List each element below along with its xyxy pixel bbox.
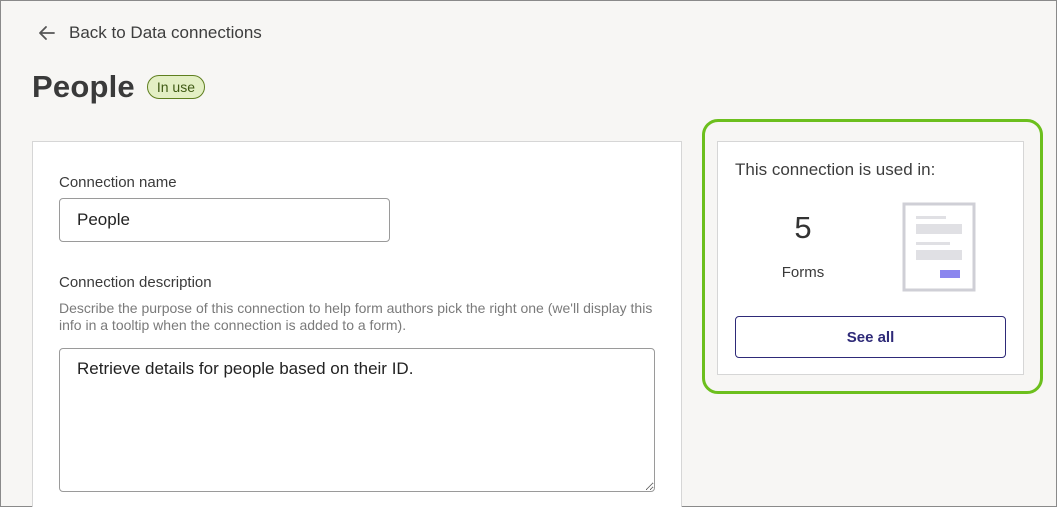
usage-heading: This connection is used in: (735, 160, 936, 179)
back-link-label: Back to Data connections (69, 23, 262, 42)
connection-description-textarea[interactable]: Retrieve details for people based on the… (59, 348, 655, 492)
usage-type-label: Forms (781, 264, 825, 281)
connection-description-help: Describe the purpose of this connection … (59, 300, 653, 333)
usage-count: 5 (794, 210, 812, 245)
connection-description-label: Connection description (59, 274, 212, 291)
back-link[interactable]: Back to Data connections (37, 23, 262, 43)
see-all-button[interactable]: See all (735, 316, 1006, 358)
status-badge: In use (146, 75, 205, 99)
arrow-left-icon (39, 26, 55, 40)
connection-details-card: Connection name Connection description D… (32, 141, 682, 507)
page-title: People (32, 69, 135, 104)
title-row: People In use (32, 69, 205, 105)
connection-name-label: Connection name (59, 174, 177, 191)
connection-name-input[interactable] (59, 198, 390, 242)
form-document-icon (902, 202, 976, 292)
usage-card: This connection is used in: 5 Forms See … (717, 141, 1024, 375)
